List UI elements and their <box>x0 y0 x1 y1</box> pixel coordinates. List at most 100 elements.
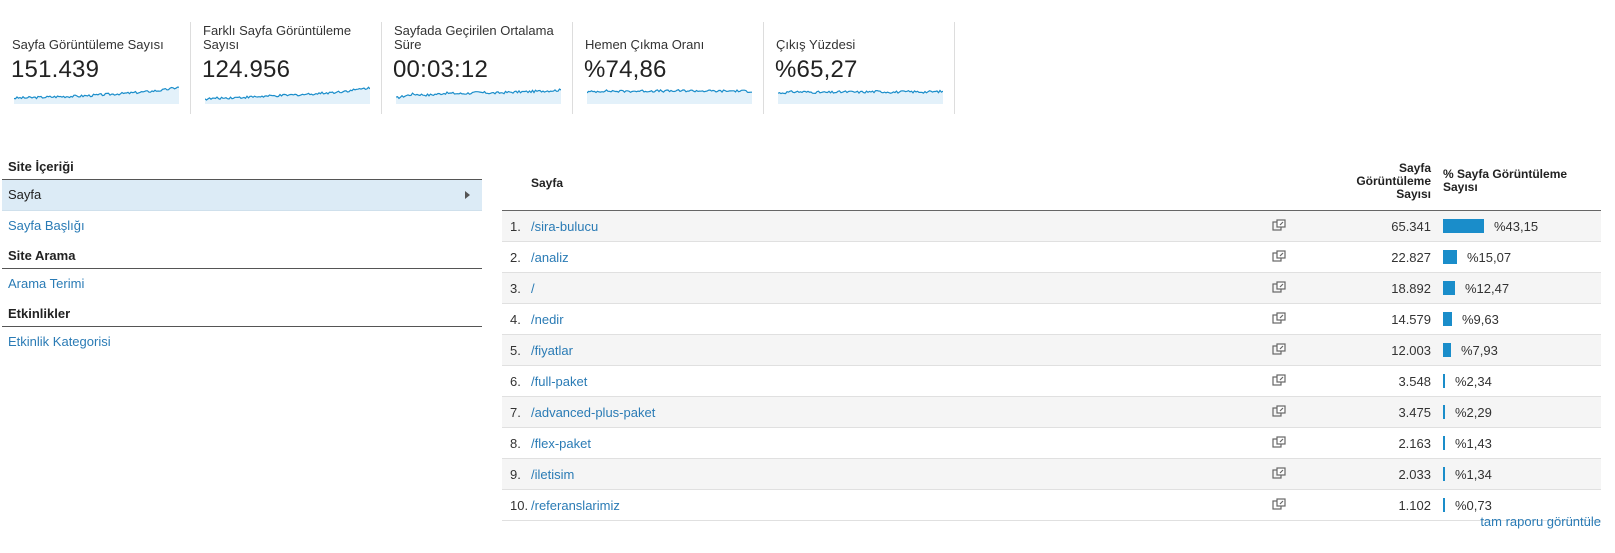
page-link[interactable]: /iletisim <box>531 467 574 482</box>
row-index: 2. <box>510 250 521 265</box>
nav-heading-site-search: Site Arama <box>2 249 482 269</box>
row-index: 9. <box>510 467 521 482</box>
page-link[interactable]: /sira-bulucu <box>531 219 598 234</box>
full-report-link[interactable]: tam raporu görüntüle <box>1480 514 1601 529</box>
metric-label: Hemen Çıkma Oranı <box>585 37 705 52</box>
share-value: %15,07 <box>1467 250 1512 265</box>
open-page-icon[interactable] <box>1272 281 1286 294</box>
table-row: 1. /sira-bulucu 65.341 %43,15 <box>502 211 1601 242</box>
nav-item-event-category[interactable]: Etkinlik Kategorisi <box>2 327 482 357</box>
share-value: %2,34 <box>1455 374 1492 389</box>
page-link[interactable]: /flex-paket <box>531 436 591 451</box>
row-index: 6. <box>510 374 521 389</box>
share-bar <box>1443 281 1455 295</box>
caret-right-icon <box>465 191 470 199</box>
page-link[interactable]: /full-paket <box>531 374 587 389</box>
row-index: 3. <box>510 281 521 296</box>
share-bar <box>1443 312 1452 326</box>
pageviews-value: 3.548 <box>1398 374 1431 389</box>
open-page-icon[interactable] <box>1272 343 1286 356</box>
share-bar <box>1443 343 1451 357</box>
metric-card-unique-pageviews[interactable]: Farklı Sayfa Görüntüleme Sayısı 124.956 <box>191 22 382 114</box>
column-header-pageviews-pct[interactable]: % Sayfa Görüntüleme Sayısı <box>1443 168 1583 194</box>
open-page-icon[interactable] <box>1272 498 1286 511</box>
share-value: %12,47 <box>1465 281 1510 296</box>
column-header-page[interactable]: Sayfa <box>531 176 563 190</box>
table-body: 1. /sira-bulucu 65.341 %43,15 2. /analiz 22.82… <box>502 211 1601 521</box>
report-dimension-nav: Site İçeriği Sayfa Sayfa Başlığı Site Ar… <box>2 160 482 357</box>
share-value: %2,29 <box>1455 405 1492 420</box>
share-value: %9,63 <box>1462 312 1499 327</box>
pages-table: Sayfa Sayfa Görüntüleme Sayısı % Sayfa G… <box>502 160 1601 521</box>
open-page-icon[interactable] <box>1272 436 1286 449</box>
nav-item-page[interactable]: Sayfa <box>2 180 482 211</box>
pageviews-value: 18.892 <box>1391 281 1431 296</box>
share-bar <box>1443 405 1445 419</box>
pageviews-value: 2.033 <box>1398 467 1431 482</box>
share-bar <box>1443 436 1445 450</box>
share-value: %1,43 <box>1455 436 1492 451</box>
metric-card-avg-time[interactable]: Sayfada Geçirilen Ortalama Süre 00:03:12 <box>382 22 573 114</box>
open-page-icon[interactable] <box>1272 219 1286 232</box>
pageviews-value: 14.579 <box>1391 312 1431 327</box>
share-value: %43,15 <box>1494 219 1539 234</box>
metric-label: Çıkış Yüzdesi <box>776 37 856 52</box>
nav-heading-site-content: Site İçeriği <box>2 160 482 180</box>
metric-card-bounce-rate[interactable]: Hemen Çıkma Oranı %74,86 <box>573 22 764 114</box>
pageviews-value: 1.102 <box>1398 498 1431 513</box>
metric-value: %74,86 <box>584 56 667 83</box>
nav-item-label: Sayfa <box>8 187 42 202</box>
sparkline <box>14 86 179 104</box>
share-bar <box>1443 250 1457 264</box>
table-row: 2. /analiz 22.827 %15,07 <box>502 242 1601 273</box>
open-page-icon[interactable] <box>1272 374 1286 387</box>
pageviews-value: 12.003 <box>1391 343 1431 358</box>
page-link[interactable]: /referanslarimiz <box>531 498 620 513</box>
metric-label: Sayfada Geçirilen Ortalama Süre <box>394 23 554 52</box>
nav-item-page-title[interactable]: Sayfa Başlığı <box>2 211 482 241</box>
metric-value: 00:03:12 <box>393 56 489 83</box>
page-link[interactable]: /nedir <box>531 312 564 327</box>
share-bar <box>1443 467 1445 481</box>
share-value: %7,93 <box>1461 343 1498 358</box>
open-page-icon[interactable] <box>1272 467 1286 480</box>
share-value: %1,34 <box>1455 467 1492 482</box>
metric-card-pageviews[interactable]: Sayfa Görüntüleme Sayısı 151.439 <box>0 22 191 114</box>
page-link[interactable]: / <box>531 281 535 296</box>
open-page-icon[interactable] <box>1272 312 1286 325</box>
share-bar <box>1443 219 1484 233</box>
row-index: 10. <box>510 498 529 513</box>
table-row: 3. / 18.892 %12,47 <box>502 273 1601 304</box>
sparkline <box>205 86 370 104</box>
page-link[interactable]: /fiyatlar <box>531 343 573 358</box>
open-page-icon[interactable] <box>1272 405 1286 418</box>
sparkline <box>587 89 752 104</box>
sparkline <box>396 88 561 104</box>
table-row: 4. /nedir 14.579 %9,63 <box>502 304 1601 335</box>
metric-value: 151.439 <box>11 56 100 83</box>
page-link[interactable]: /analiz <box>531 250 569 265</box>
pageviews-value: 65.341 <box>1391 219 1431 234</box>
table-row: 5. /fiyatlar 12.003 %7,93 <box>502 335 1601 366</box>
share-value: %0,73 <box>1455 498 1492 513</box>
metric-value: 124.956 <box>202 56 291 83</box>
row-index: 1. <box>510 219 521 234</box>
metric-label: Sayfa Görüntüleme Sayısı <box>12 37 164 52</box>
column-header-pageviews[interactable]: Sayfa Görüntüleme Sayısı <box>1341 162 1431 201</box>
table-header: Sayfa Sayfa Görüntüleme Sayısı % Sayfa G… <box>502 160 1601 211</box>
pageviews-value: 2.163 <box>1398 436 1431 451</box>
row-index: 7. <box>510 405 521 420</box>
open-page-icon[interactable] <box>1272 250 1286 263</box>
metric-label: Farklı Sayfa Görüntüleme Sayısı <box>203 23 352 52</box>
table-row: 10./referanslarimiz 1.102 %0,73 <box>502 490 1601 521</box>
row-index: 5. <box>510 343 521 358</box>
share-bar <box>1443 498 1445 512</box>
metrics-strip: Sayfa Görüntüleme Sayısı 151.439 Farklı … <box>0 22 955 114</box>
table-row: 7. /advanced-plus-paket 3.475 %2,29 <box>502 397 1601 428</box>
page-link[interactable]: /advanced-plus-paket <box>531 405 655 420</box>
metric-card-exit-rate[interactable]: Çıkış Yüzdesi %65,27 <box>764 22 955 114</box>
sparkline-area <box>14 87 179 104</box>
nav-item-search-term[interactable]: Arama Terimi <box>2 269 482 299</box>
pageviews-value: 3.475 <box>1398 405 1431 420</box>
sparkline <box>778 89 943 104</box>
